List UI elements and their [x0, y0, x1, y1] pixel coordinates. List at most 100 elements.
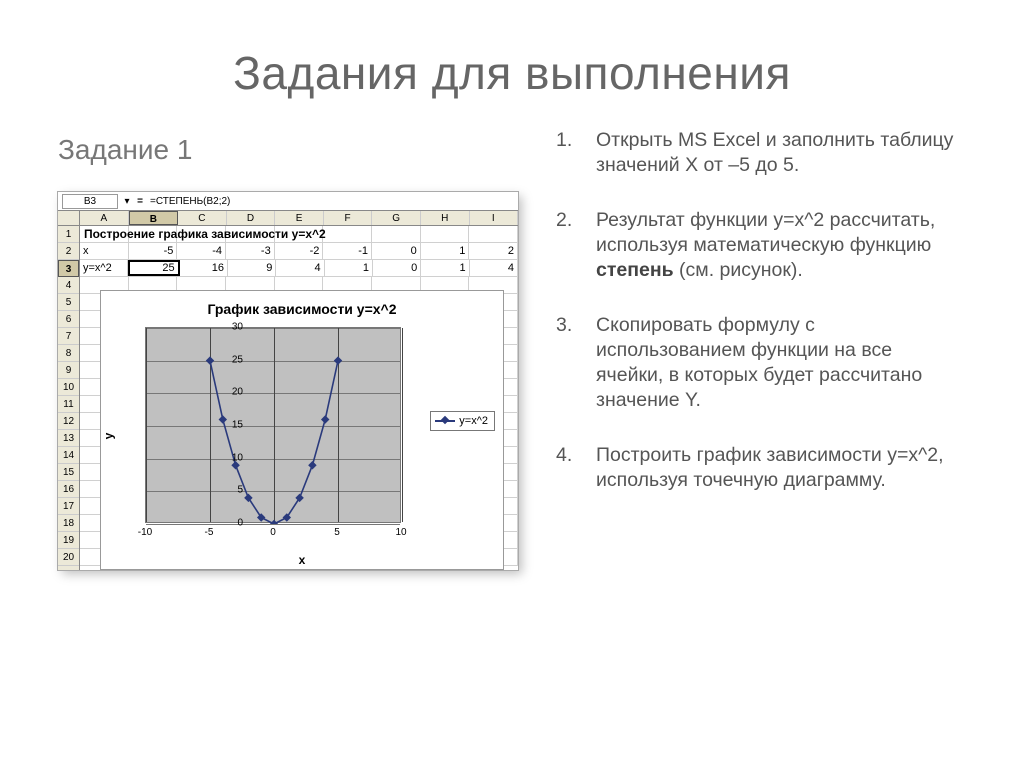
x-tick-label: 5 — [334, 527, 340, 538]
cell: 9 — [228, 260, 276, 276]
row-header: 6 — [58, 311, 79, 328]
row-header: 1 — [58, 226, 79, 243]
cell: 2 — [469, 243, 518, 259]
row-header: 14 — [58, 447, 79, 464]
col-header: B — [129, 211, 179, 225]
row-headers: 1 2 3 4 5 6 7 8 9 10 11 12 13 14 15 16 1 — [58, 226, 80, 570]
cell: 0 — [372, 243, 421, 259]
y-tick-label: 10 — [215, 452, 243, 463]
row-header: 15 — [58, 464, 79, 481]
chart-legend: y=x^2 — [430, 411, 495, 431]
cell: 16 — [180, 260, 228, 276]
x-tick-label: 10 — [395, 527, 406, 538]
name-box: B3 — [62, 194, 118, 209]
formula-text: =СТЕПЕНЬ(B2;2) — [148, 196, 518, 207]
cell: -2 — [275, 243, 324, 259]
row-header: 16 — [58, 481, 79, 498]
col-header: C — [178, 211, 227, 225]
col-header: A — [80, 211, 129, 225]
sheet-title-cell: Построение графика зависимости у=х^2 — [84, 227, 326, 241]
chart-xlabel: x — [101, 551, 503, 567]
fx-equals-icon: = — [132, 196, 148, 207]
cell — [421, 226, 470, 242]
row-header: 7 — [58, 328, 79, 345]
instruction-number: 3. — [556, 313, 596, 413]
col-header: H — [421, 211, 470, 225]
row-header: 3 — [58, 260, 79, 277]
legend-marker-icon — [435, 420, 455, 422]
cell — [469, 226, 518, 242]
selected-cell: 25 — [128, 260, 179, 276]
row-header: 18 — [58, 515, 79, 532]
excel-screenshot: B3 ▾ = =СТЕПЕНЬ(B2;2) A B C D E F G H I … — [58, 192, 518, 570]
cell: у=х^2 — [80, 260, 128, 276]
cell: 1 — [421, 260, 469, 276]
row-header: 10 — [58, 379, 79, 396]
cell: 1 — [325, 260, 373, 276]
col-header: D — [227, 211, 276, 225]
legend-label: y=x^2 — [459, 415, 488, 427]
row-header: 4 — [58, 277, 79, 294]
y-tick-label: 5 — [215, 485, 243, 496]
cell: 4 — [276, 260, 324, 276]
instruction-item: 3.Скопировать формулу с использованием ф… — [556, 313, 964, 413]
col-header: G — [372, 211, 421, 225]
instruction-number: 4. — [556, 443, 596, 493]
column-headers: A B C D E F G H I — [58, 210, 518, 226]
row-header: 12 — [58, 413, 79, 430]
x-tick-label: 0 — [270, 527, 276, 538]
y-tick-label: 20 — [215, 387, 243, 398]
chart-title: График зависимости у=х^2 — [101, 291, 503, 321]
x-tick-label: -5 — [205, 527, 214, 538]
instruction-text: Результат функции у=х^2 рассчитать, испо… — [596, 208, 964, 283]
content-row: Задание 1 B3 ▾ = =СТЕПЕНЬ(B2;2) A B C D … — [0, 128, 1024, 570]
embedded-chart: График зависимости у=х^2 y y=x^2 0 5 10 15 2… — [100, 290, 504, 570]
cell-grid: Построение графика зависимости у=х^2 x -… — [80, 226, 518, 570]
cell: 0 — [373, 260, 421, 276]
col-header: F — [324, 211, 373, 225]
select-all-corner — [58, 211, 80, 225]
row-header: 17 — [58, 498, 79, 515]
row-header: 5 — [58, 294, 79, 311]
cell: 4 — [470, 260, 518, 276]
formula-bar: B3 ▾ = =СТЕПЕНЬ(B2;2) — [58, 192, 518, 210]
chart-ylabel: y — [101, 433, 115, 440]
instruction-number: 2. — [556, 208, 596, 283]
row-header: 13 — [58, 430, 79, 447]
row-header: 9 — [58, 362, 79, 379]
left-column: Задание 1 B3 ▾ = =СТЕПЕНЬ(B2;2) A B C D … — [58, 128, 536, 570]
instruction-item: 4.Построить график зависимости у=х^2, ис… — [556, 443, 964, 493]
cell: -5 — [129, 243, 178, 259]
instruction-item: 2.Результат функции у=х^2 рассчитать, ис… — [556, 208, 964, 283]
col-header: E — [275, 211, 324, 225]
cell: -3 — [226, 243, 275, 259]
row-header: 8 — [58, 345, 79, 362]
instruction-list: 1.Открыть MS Excel и заполнить таблицу з… — [556, 128, 964, 492]
instruction-text: Скопировать формулу с использованием фун… — [596, 313, 964, 413]
y-tick-label: 0 — [215, 518, 243, 529]
cell — [323, 226, 372, 242]
y-tick-label: 15 — [215, 420, 243, 431]
y-tick-label: 30 — [215, 322, 243, 333]
slide-title: Задания для выполнения — [0, 0, 1024, 128]
x-tick-label: -10 — [138, 527, 152, 538]
y-tick-label: 25 — [215, 354, 243, 365]
instruction-text: Построить график зависимости у=х^2, испо… — [596, 443, 964, 493]
cell: x — [80, 243, 129, 259]
row-header: 20 — [58, 549, 79, 566]
right-column: 1.Открыть MS Excel и заполнить таблицу з… — [536, 128, 964, 570]
row-header: 11 — [58, 396, 79, 413]
col-header: I — [470, 211, 519, 225]
instruction-item: 1.Открыть MS Excel и заполнить таблицу з… — [556, 128, 964, 178]
row-header: 19 — [58, 532, 79, 549]
cell: 1 — [421, 243, 470, 259]
cell: -4 — [177, 243, 226, 259]
instruction-number: 1. — [556, 128, 596, 178]
name-box-dropdown-icon: ▾ — [122, 196, 132, 207]
task-subtitle: Задание 1 — [58, 134, 536, 166]
plot-area — [145, 327, 401, 523]
cell — [372, 226, 421, 242]
instruction-text: Открыть MS Excel и заполнить таблицу зна… — [596, 128, 964, 178]
cell: -1 — [323, 243, 372, 259]
row-header: 2 — [58, 243, 79, 260]
